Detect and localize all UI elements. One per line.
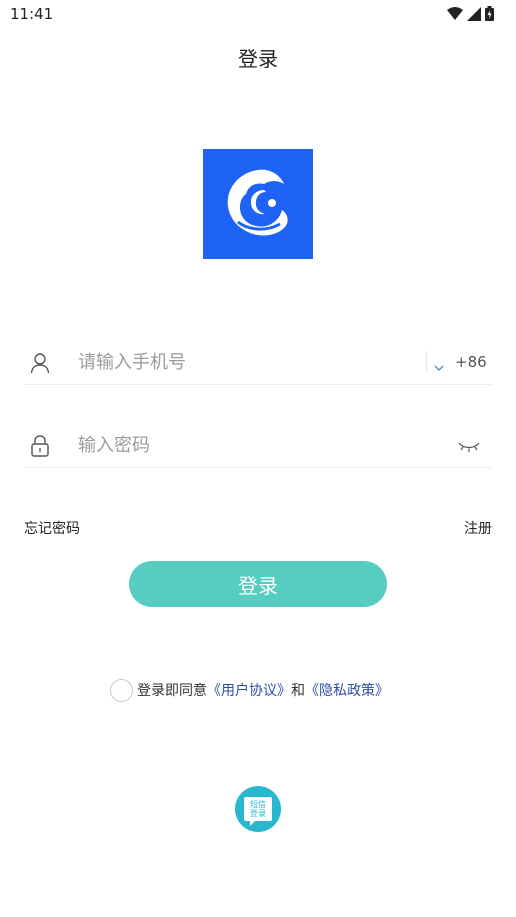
sms-bubble-icon: 短信 登录 bbox=[244, 797, 272, 826]
chevron-down-icon[interactable] bbox=[434, 358, 444, 371]
forgot-password-link[interactable]: 忘记密码 bbox=[24, 518, 80, 538]
app-logo bbox=[203, 149, 313, 259]
agreement-prefix: 登录即同意 bbox=[137, 683, 207, 699]
country-code-selector[interactable]: +86 bbox=[455, 353, 487, 371]
cell-signal-icon bbox=[467, 6, 481, 21]
app-logo-icon bbox=[220, 164, 296, 244]
phone-input[interactable] bbox=[78, 347, 398, 377]
sms-login-line2: 登录 bbox=[250, 809, 266, 818]
phone-field-row: +86 bbox=[24, 341, 492, 385]
register-link[interactable]: 注册 bbox=[464, 518, 492, 538]
wifi-icon bbox=[447, 6, 463, 21]
eye-closed-icon[interactable] bbox=[458, 438, 480, 452]
status-time: 11:41 bbox=[10, 5, 54, 23]
privacy-policy-link[interactable]: 《隐私政策》 bbox=[305, 680, 389, 700]
password-field-row bbox=[24, 424, 492, 468]
login-screen: 11:41 登录 请输入手机号 +86 忘记密码 注册 登录 登录即同意 《用户… bbox=[0, 0, 516, 917]
sms-login-line1: 短信 bbox=[250, 800, 266, 809]
country-code-divider bbox=[426, 351, 427, 373]
agree-checkbox[interactable] bbox=[110, 678, 133, 702]
status-bar: 11:41 bbox=[0, 0, 516, 28]
user-agreement-link[interactable]: 《用户协议》 bbox=[207, 680, 291, 700]
battery-icon bbox=[485, 6, 494, 21]
login-button[interactable]: 登录 bbox=[129, 561, 387, 607]
page-title: 登录 bbox=[238, 47, 278, 71]
sms-login-button[interactable]: 短信 登录 bbox=[235, 786, 281, 832]
status-icons bbox=[447, 6, 494, 21]
user-icon bbox=[30, 352, 50, 374]
agreement-row: 登录即同意 《用户协议》 和 《隐私政策》 bbox=[110, 678, 389, 702]
password-input[interactable] bbox=[78, 430, 398, 460]
lock-icon bbox=[30, 435, 50, 457]
agreement-conjunction: 和 bbox=[291, 683, 305, 699]
